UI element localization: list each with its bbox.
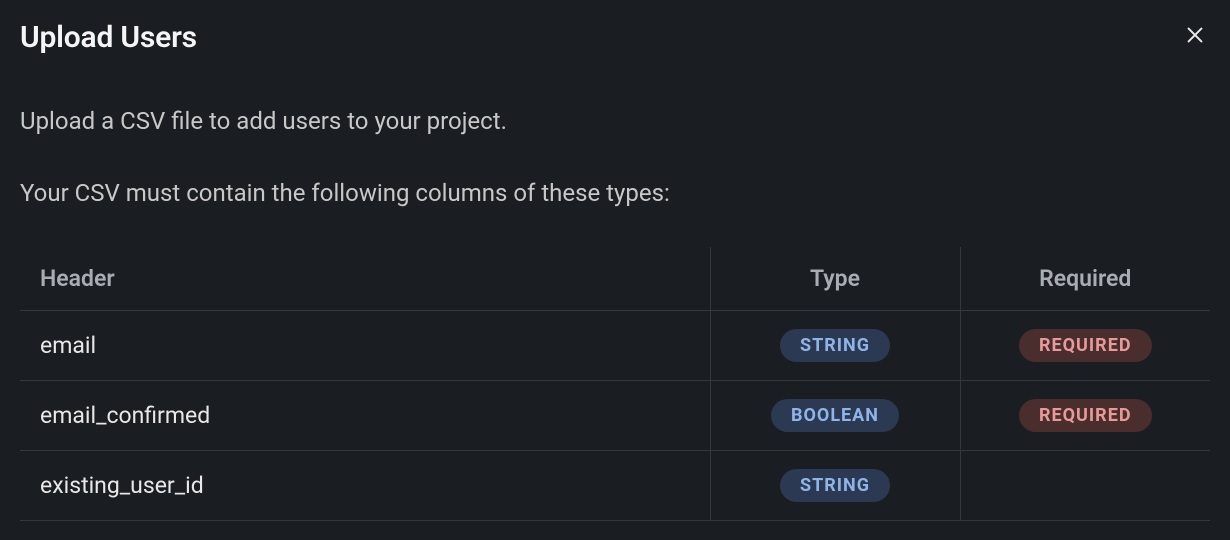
type-badge: STRING xyxy=(780,329,890,362)
modal-description: Upload a CSV file to add users to your p… xyxy=(20,103,1210,139)
column-header-required: Required xyxy=(960,247,1210,311)
cell-required xyxy=(960,451,1210,521)
close-button[interactable] xyxy=(1180,20,1210,53)
column-header-header: Header xyxy=(20,247,710,311)
cell-required: REQUIRED xyxy=(960,381,1210,451)
required-badge: REQUIRED xyxy=(1019,399,1152,432)
modal-header: Upload Users xyxy=(20,20,1210,55)
column-header-type: Type xyxy=(710,247,960,311)
table-header-row: Header Type Required xyxy=(20,247,1210,311)
cell-type: STRING xyxy=(710,451,960,521)
type-badge: STRING xyxy=(780,469,890,502)
required-badge: REQUIRED xyxy=(1019,329,1152,362)
cell-header: email xyxy=(20,311,710,381)
cell-required: REQUIRED xyxy=(960,311,1210,381)
table-row: email STRING REQUIRED xyxy=(20,311,1210,381)
cell-header: existing_user_id xyxy=(20,451,710,521)
csv-requirements-table: Header Type Required email STRING REQUIRED… xyxy=(20,247,1210,521)
close-icon xyxy=(1184,24,1206,49)
table-row: existing_user_id STRING xyxy=(20,451,1210,521)
cell-header: email_confirmed xyxy=(20,381,710,451)
modal-title: Upload Users xyxy=(20,20,197,55)
table-row: email_confirmed BOOLEAN REQUIRED xyxy=(20,381,1210,451)
type-badge: BOOLEAN xyxy=(771,399,899,432)
modal-subdescription: Your CSV must contain the following colu… xyxy=(20,175,1210,211)
cell-type: BOOLEAN xyxy=(710,381,960,451)
cell-type: STRING xyxy=(710,311,960,381)
